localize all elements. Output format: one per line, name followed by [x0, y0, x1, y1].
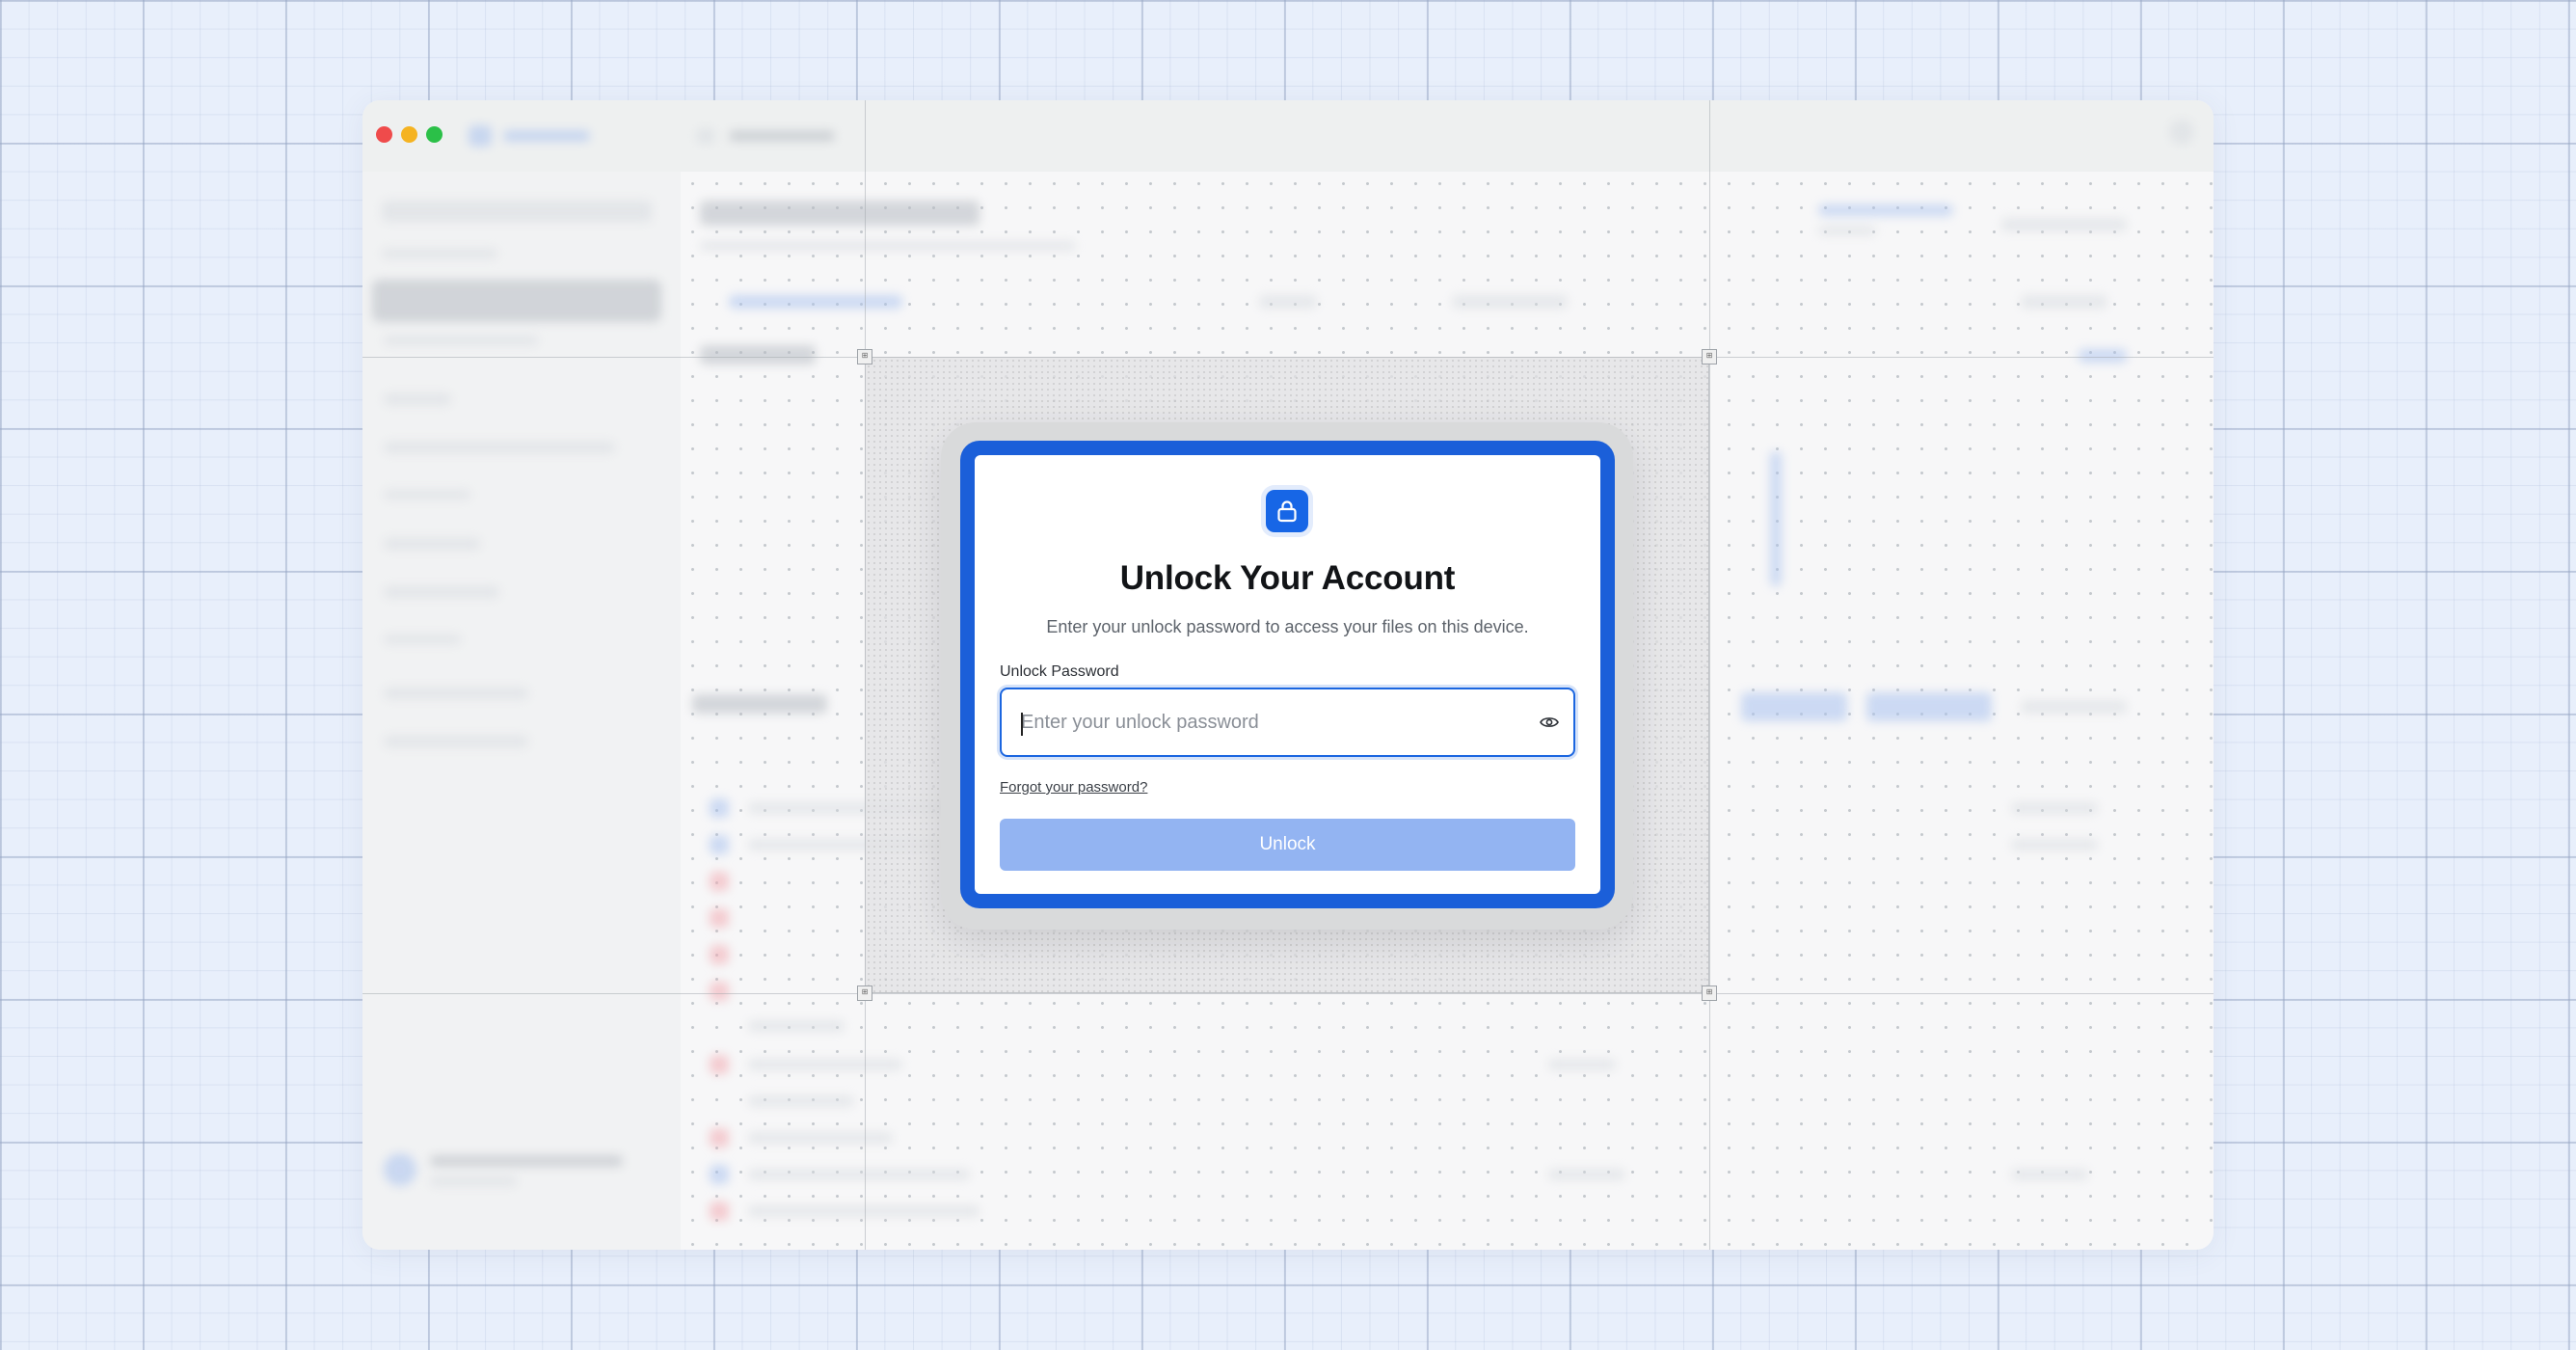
unlock-dialog: Unlock Your Account Enter your unlock pa…	[975, 455, 1600, 894]
minimize-window-button[interactable]	[401, 126, 417, 143]
zoom-window-button[interactable]	[426, 126, 443, 143]
guide-line-right	[1709, 100, 1710, 1250]
lock-icon	[1266, 490, 1308, 532]
password-label: Unlock Password	[1000, 663, 1119, 680]
unlock-button[interactable]: Unlock	[1000, 819, 1575, 871]
resize-handle-bottom-right[interactable]: ⊞	[1702, 986, 1717, 1001]
title-bar	[362, 100, 2214, 173]
close-window-button[interactable]	[376, 126, 392, 143]
resize-handle-top-left[interactable]: ⊞	[857, 349, 872, 364]
password-field-container	[1000, 688, 1575, 757]
resize-handle-bottom-left[interactable]: ⊞	[857, 986, 872, 1001]
resize-handle-top-right[interactable]: ⊞	[1702, 349, 1717, 364]
eye-icon[interactable]	[1537, 711, 1562, 734]
text-caret	[1021, 713, 1023, 736]
forgot-password-link[interactable]: Forgot your password?	[1000, 779, 1147, 796]
guide-line-bottom	[362, 993, 2214, 994]
dialog-title: Unlock Your Account	[1119, 559, 1456, 597]
dialog-subtitle: Enter your unlock password to access you…	[1046, 617, 1529, 636]
sidebar	[362, 172, 682, 1250]
password-input[interactable]	[1021, 689, 1522, 755]
